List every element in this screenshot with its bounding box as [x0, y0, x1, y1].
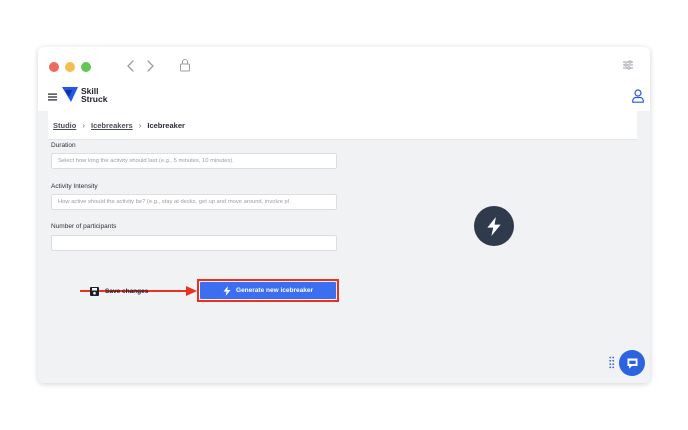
chat-button[interactable] — [619, 350, 645, 376]
maximize-window-button[interactable] — [81, 62, 91, 72]
bolt-icon — [487, 216, 501, 236]
intensity-input[interactable]: How active should the activity be? (e.g.… — [51, 194, 337, 210]
minimize-window-button[interactable] — [65, 62, 75, 72]
participants-input[interactable] — [51, 235, 337, 251]
hamburger-icon[interactable] — [48, 93, 57, 101]
breadcrumb-bar: Studio › Icebreakers › Icebreaker — [48, 111, 637, 140]
chat-icon — [627, 358, 637, 369]
duration-label: Duration — [51, 142, 76, 149]
breadcrumb-separator-icon: › — [138, 121, 142, 130]
back-arrow-icon[interactable] — [124, 57, 138, 75]
duration-input[interactable]: Select how long the activity should last… — [51, 153, 337, 169]
generate-icebreaker-label: Generate new icebreaker — [236, 287, 313, 294]
icebreaker-badge — [474, 206, 514, 246]
grip-icon[interactable] — [609, 356, 615, 370]
save-icon — [90, 287, 99, 296]
intensity-label: Activity Intensity — [51, 183, 98, 190]
save-changes-button[interactable]: Save changes — [90, 287, 148, 296]
save-changes-label: Save changes — [105, 288, 149, 295]
breadcrumb-link-studio[interactable]: Studio — [53, 121, 76, 130]
logo-text: Skill Struck — [81, 86, 108, 104]
forward-arrow-icon[interactable] — [143, 57, 157, 75]
bolt-icon — [223, 285, 231, 296]
breadcrumb-separator-icon: › — [82, 121, 85, 130]
breadcrumb-current: Icebreaker — [147, 121, 185, 130]
sliders-icon[interactable] — [622, 59, 634, 71]
breadcrumb-link-icebreakers[interactable]: Icebreakers — [91, 121, 133, 130]
breadcrumb: Studio › Icebreakers › Icebreaker — [53, 121, 185, 130]
app-header: Skill Struck — [38, 85, 650, 111]
lock-icon — [180, 59, 190, 72]
skillstruck-logo-icon — [62, 87, 78, 102]
browser-window: Skill Struck Studio › Icebreakers › Iceb… — [38, 47, 650, 383]
app-logo[interactable]: Skill Struck — [62, 86, 107, 103]
browser-chrome — [38, 47, 650, 85]
generate-icebreaker-button[interactable]: Generate new icebreaker — [200, 282, 336, 299]
logo-line2: Struck — [81, 93, 108, 104]
participants-label: Number of participants — [51, 223, 117, 230]
main-content: Studio › Icebreakers › Icebreaker Durati… — [38, 111, 650, 383]
user-icon[interactable] — [632, 89, 644, 103]
close-window-button[interactable] — [49, 62, 59, 72]
